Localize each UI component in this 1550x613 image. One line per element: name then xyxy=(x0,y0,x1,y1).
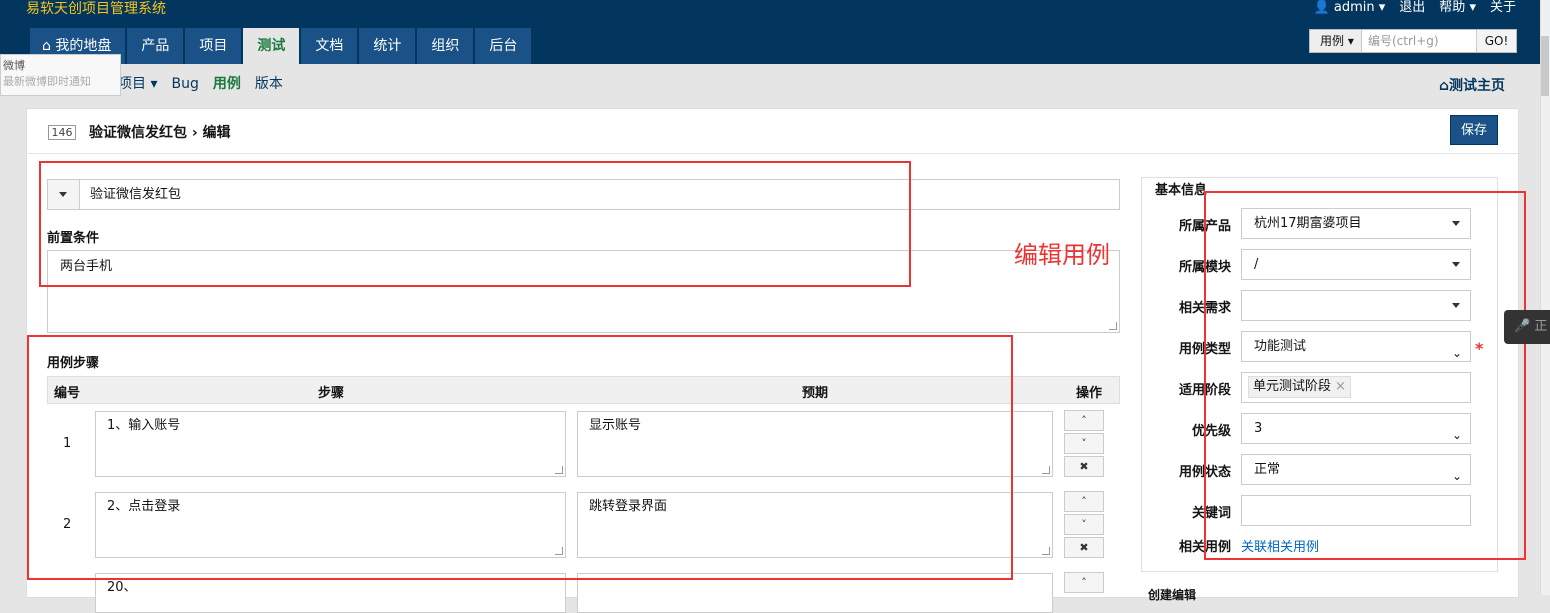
move-up-button[interactable]: ˄ xyxy=(1064,572,1104,593)
chevron-up-icon: ˄ xyxy=(1081,576,1087,589)
user-dropdown[interactable]: 👤 admin ▾ xyxy=(1314,0,1386,16)
chevron-up-icon: ˄ xyxy=(1081,414,1087,427)
resize-grip-icon[interactable] xyxy=(1042,466,1050,474)
col-op: 操作 xyxy=(1076,386,1103,401)
annotation-label: 编辑用例 xyxy=(1014,241,1110,269)
basic-info-legend: 基本信息 xyxy=(1153,179,1210,198)
page-title: 验证微信发红包 › 编辑 xyxy=(89,125,231,141)
voice-input-widget[interactable]: 🎤 正 xyxy=(1504,310,1550,344)
app-logo-title[interactable]: 易软天创项目管理系统 xyxy=(26,0,166,18)
search-type-select[interactable]: 用例 ▾ xyxy=(1310,30,1362,52)
tab-report[interactable]: 统计 xyxy=(359,28,416,64)
microphone-icon: 🎤 xyxy=(1514,319,1531,334)
tab-product[interactable]: 产品 xyxy=(127,28,184,64)
logout-link[interactable]: 退出 xyxy=(1399,0,1425,16)
annotation-box xyxy=(39,161,911,287)
delete-step-button[interactable]: ✖ xyxy=(1064,456,1104,477)
tab-admin[interactable]: 后台 xyxy=(475,28,532,64)
weibo-notification-tooltip: 微博 最新微博即时通知 xyxy=(0,54,121,96)
scrollbar[interactable] xyxy=(1540,0,1550,595)
delete-step-button[interactable]: ✖ xyxy=(1064,537,1104,558)
chevron-down-icon: ˅ xyxy=(1081,518,1087,531)
move-down-button[interactable]: ˅ xyxy=(1064,514,1104,535)
home-icon: ⌂ xyxy=(42,38,51,54)
save-button[interactable]: 保存 xyxy=(1450,115,1498,145)
chevron-down-icon: ˅ xyxy=(1081,437,1087,450)
home-icon: ⌂ xyxy=(1439,78,1450,94)
user-menu: 👤 admin ▾ 退出 帮助 ▾ 关于 xyxy=(1314,0,1516,16)
move-down-button[interactable]: ˅ xyxy=(1064,433,1104,454)
step-text: 20、 xyxy=(107,580,137,595)
resize-grip-icon[interactable] xyxy=(1042,547,1050,555)
close-icon: ✖ xyxy=(1079,460,1089,473)
case-id-badge: 146 xyxy=(48,125,76,140)
move-up-button[interactable]: ˄ xyxy=(1064,491,1104,512)
about-link[interactable]: 关于 xyxy=(1490,0,1516,16)
search-input[interactable]: 编号(ctrl+g) xyxy=(1362,30,1476,52)
tooltip-subtitle: 最新微博即时通知 xyxy=(3,75,91,88)
subnav-case[interactable]: 用例 xyxy=(213,74,241,94)
search-go-button[interactable]: GO! xyxy=(1476,30,1516,52)
test-home-link[interactable]: ⌂测试主页 xyxy=(1439,75,1505,95)
tab-doc[interactable]: 文档 xyxy=(301,28,358,64)
panel-header: 146 验证微信发红包 › 编辑 保存 xyxy=(27,109,1518,154)
subnav-bug[interactable]: Bug xyxy=(171,74,198,94)
project-dropdown[interactable]: 项目 ▾ xyxy=(118,74,157,94)
tab-company[interactable]: 组织 xyxy=(417,28,474,64)
resize-grip-icon[interactable] xyxy=(1109,322,1117,330)
move-up-button[interactable]: ˄ xyxy=(1064,410,1104,431)
search-box: 用例 ▾ 编号(ctrl+g) GO! xyxy=(1309,29,1517,53)
annotation-box xyxy=(1204,191,1526,560)
chevron-up-icon: ˄ xyxy=(1081,495,1087,508)
sub-nav: 项目 ▾ Bug 用例 版本 xyxy=(118,74,283,94)
tooltip-title: 微博 xyxy=(3,59,25,72)
top-navbar: 易软天创项目管理系统 👤 admin ▾ 退出 帮助 ▾ 关于 ⌂ 我的地盘 产… xyxy=(0,0,1540,64)
annotation-box xyxy=(27,335,1013,580)
close-icon: ✖ xyxy=(1079,541,1089,554)
scrollbar-thumb[interactable] xyxy=(1541,36,1549,96)
subnav-version[interactable]: 版本 xyxy=(255,74,283,94)
help-dropdown[interactable]: 帮助 ▾ xyxy=(1439,0,1476,16)
tab-test[interactable]: 测试 xyxy=(243,28,300,64)
tab-project[interactable]: 项目 xyxy=(185,28,242,64)
